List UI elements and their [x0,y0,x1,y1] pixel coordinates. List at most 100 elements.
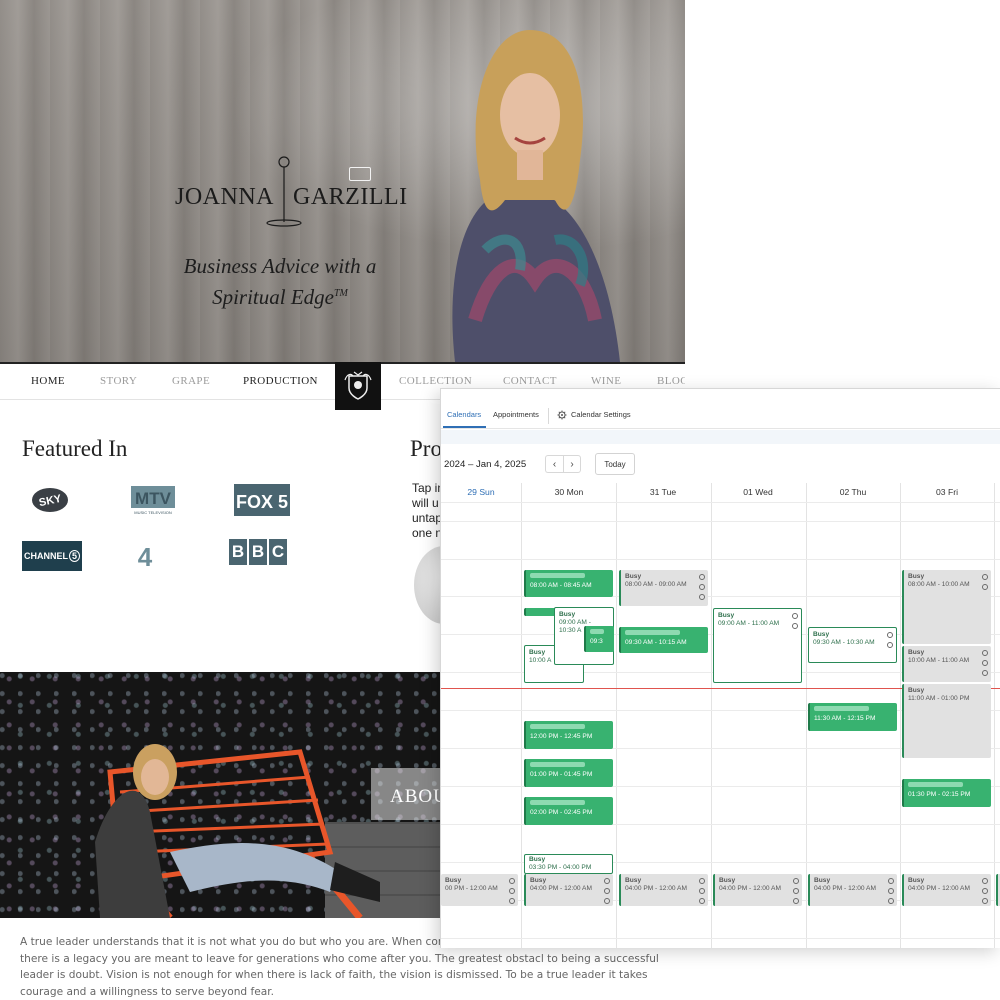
nav-home[interactable]: HOME [31,375,65,387]
nav-story[interactable]: STORY [100,375,137,387]
grid-hour-line [441,559,1000,560]
tab-calendars[interactable]: Calendars [447,410,481,419]
link-icon [793,898,799,904]
nav-collection[interactable]: COLLECTION [399,375,472,387]
event-title: Busy [445,877,462,884]
grid-column-divider [521,483,522,948]
link-icon [982,898,988,904]
day-header-fri[interactable]: 03 Fri [917,487,977,497]
day-header-wed[interactable]: 01 Wed [728,487,788,497]
channel4-logo: 4 [135,542,155,572]
about-heading[interactable]: ABOU [371,768,451,820]
active-tab-indicator [443,426,486,428]
event-block[interactable]: 11:30 AM - 12:15 PM [808,703,897,731]
event-time: 09:00 AM - 11:00 AM [718,620,780,627]
link-icon [792,623,798,629]
crest-logo[interactable] [335,362,381,410]
event-block[interactable]: Busy 09:30 AM - 10:30 AM [808,627,897,663]
hero-banner: JOANNA GARZILLI Business Advice with a S… [0,0,685,362]
sync-icon [793,888,799,894]
bbc-logo: B B C [229,539,289,567]
event-block[interactable]: Busy 08:00 AM - 09:00 AM [619,570,708,606]
info-icon [604,878,610,884]
event-block[interactable]: 09:30 AM - 10:15 AM [619,627,708,653]
event-time: 04:00 PM - 12:00 AM [719,885,781,892]
event-block[interactable]: Busy 04:00 PM - 12:00 AM [619,874,708,906]
event-block[interactable]: Busy 08:00 AM - 10:00 AM [902,570,991,644]
grid-column-divider [994,483,995,948]
event-block[interactable]: 01:30 PM - 02:15 PM [902,779,991,807]
tagline-line-2: Spiritual EdgeTM [160,280,400,311]
info-icon [699,574,705,580]
event-time: 03:30 PM - 04:00 PM [529,864,592,871]
previous-week-button[interactable]: ‹ [545,455,563,473]
bbc-logo-letter-b1: B [229,539,247,565]
calendar-tab-bar: Calendars Appointments Calendar Settings [441,389,1000,429]
calendar-window: Calendars Appointments Calendar Settings… [440,388,1000,948]
event-title: Busy [530,877,547,884]
event-time: 08:00 AM - 10:00 AM [908,581,970,588]
event-time: 01:00 PM - 01:45 PM [530,771,593,778]
event-title: Busy [908,877,925,884]
grid-hour-line [441,521,1000,522]
grid-hour-line [441,938,1000,939]
sync-icon [888,888,894,894]
event-time: 11:00 AM - 01:00 PM [908,695,970,702]
trademark-mark: TM [334,288,348,299]
nav-contact[interactable]: CONTACT [503,375,557,387]
event-block[interactable]: Busy 04:00 PM - 12:00 AM [902,874,991,906]
tab-appointments[interactable]: Appointments [493,410,539,419]
event-block[interactable]: Busy 03:30 PM - 04:00 PM [524,854,613,874]
next-week-button[interactable]: › [563,455,581,473]
event-time: 10:00 AM - 11:00 AM [908,657,970,664]
mtv-logo-subtext: MUSIC TELEVISION [134,510,172,515]
sync-icon [604,888,610,894]
nav-blog[interactable]: BLOG [657,375,685,387]
grid-column-divider [900,483,901,948]
event-time: 09:30 AM - 10:30 AM [813,639,875,646]
info-icon [793,878,799,884]
info-icon [509,878,515,884]
event-block[interactable]: Busy 04:00 PM - 12:00 AM [713,874,802,906]
event-time: 12:00 PM - 12:45 PM [530,733,593,740]
nav-production[interactable]: PRODUCTION [243,375,318,387]
event-block[interactable]: 09:3 [584,626,614,652]
nav-grape[interactable]: GRAPE [172,375,210,387]
event-time: 09:3 [590,638,603,645]
fox5-logo: FOX 5 [234,484,290,516]
channel4-logo-text: 4 [138,542,153,572]
event-title: Busy [908,573,925,580]
event-block[interactable]: 02:00 PM - 02:45 PM [524,797,613,825]
bbc-logo-letter-b2: B [249,539,267,565]
grid-column-divider [616,483,617,948]
tab-calendar-settings[interactable]: Calendar Settings [571,410,631,419]
day-header-mon[interactable]: 30 Mon [539,487,599,497]
event-block[interactable] [996,874,1000,906]
event-block[interactable]: Busy 10:00 AM - 11:00 AM [902,646,991,682]
event-time: 11:30 AM - 12:15 PM [814,715,876,722]
event-block[interactable]: Busy 04:00 PM - 12:00 AM [808,874,897,906]
event-block[interactable]: 12:00 PM - 12:45 PM [524,721,613,749]
day-header-tue[interactable]: 31 Tue [633,487,693,497]
event-title-redacted [625,630,681,635]
link-icon [887,642,893,648]
link-icon [982,670,988,676]
event-block[interactable]: Busy 09:00 AM - 11:00 AM [713,608,802,683]
tagline-line-1: Business Advice with a [183,254,377,278]
day-header-thu[interactable]: 02 Thu [823,487,883,497]
day-header-sun[interactable]: 29 Sun [451,487,511,497]
about-portrait-image [95,744,380,918]
hero-tagline: Business Advice with a Spiritual EdgeTM [160,252,400,311]
event-block[interactable]: Busy 11:00 AM - 01:00 PM [902,684,991,758]
event-block[interactable]: 08:00 AM - 08:45 AM [524,570,613,597]
nav-wine[interactable]: WINE [591,375,621,387]
mtv-logo: MTV MUSIC TELEVISION [130,485,176,515]
event-time: 08:00 AM - 09:00 AM [625,581,687,588]
event-block[interactable]: Busy 00 PM - 12:00 AM [441,874,518,906]
today-button[interactable]: Today [595,453,635,475]
event-block[interactable]: Busy 04:00 PM - 12:00 AM [524,874,613,906]
channel5-logo: CHANNEL 5 [22,541,82,571]
gear-icon[interactable] [557,410,567,420]
event-block[interactable]: 01:00 PM - 01:45 PM [524,759,613,787]
brand-last-name: GARZILLI [293,184,408,210]
